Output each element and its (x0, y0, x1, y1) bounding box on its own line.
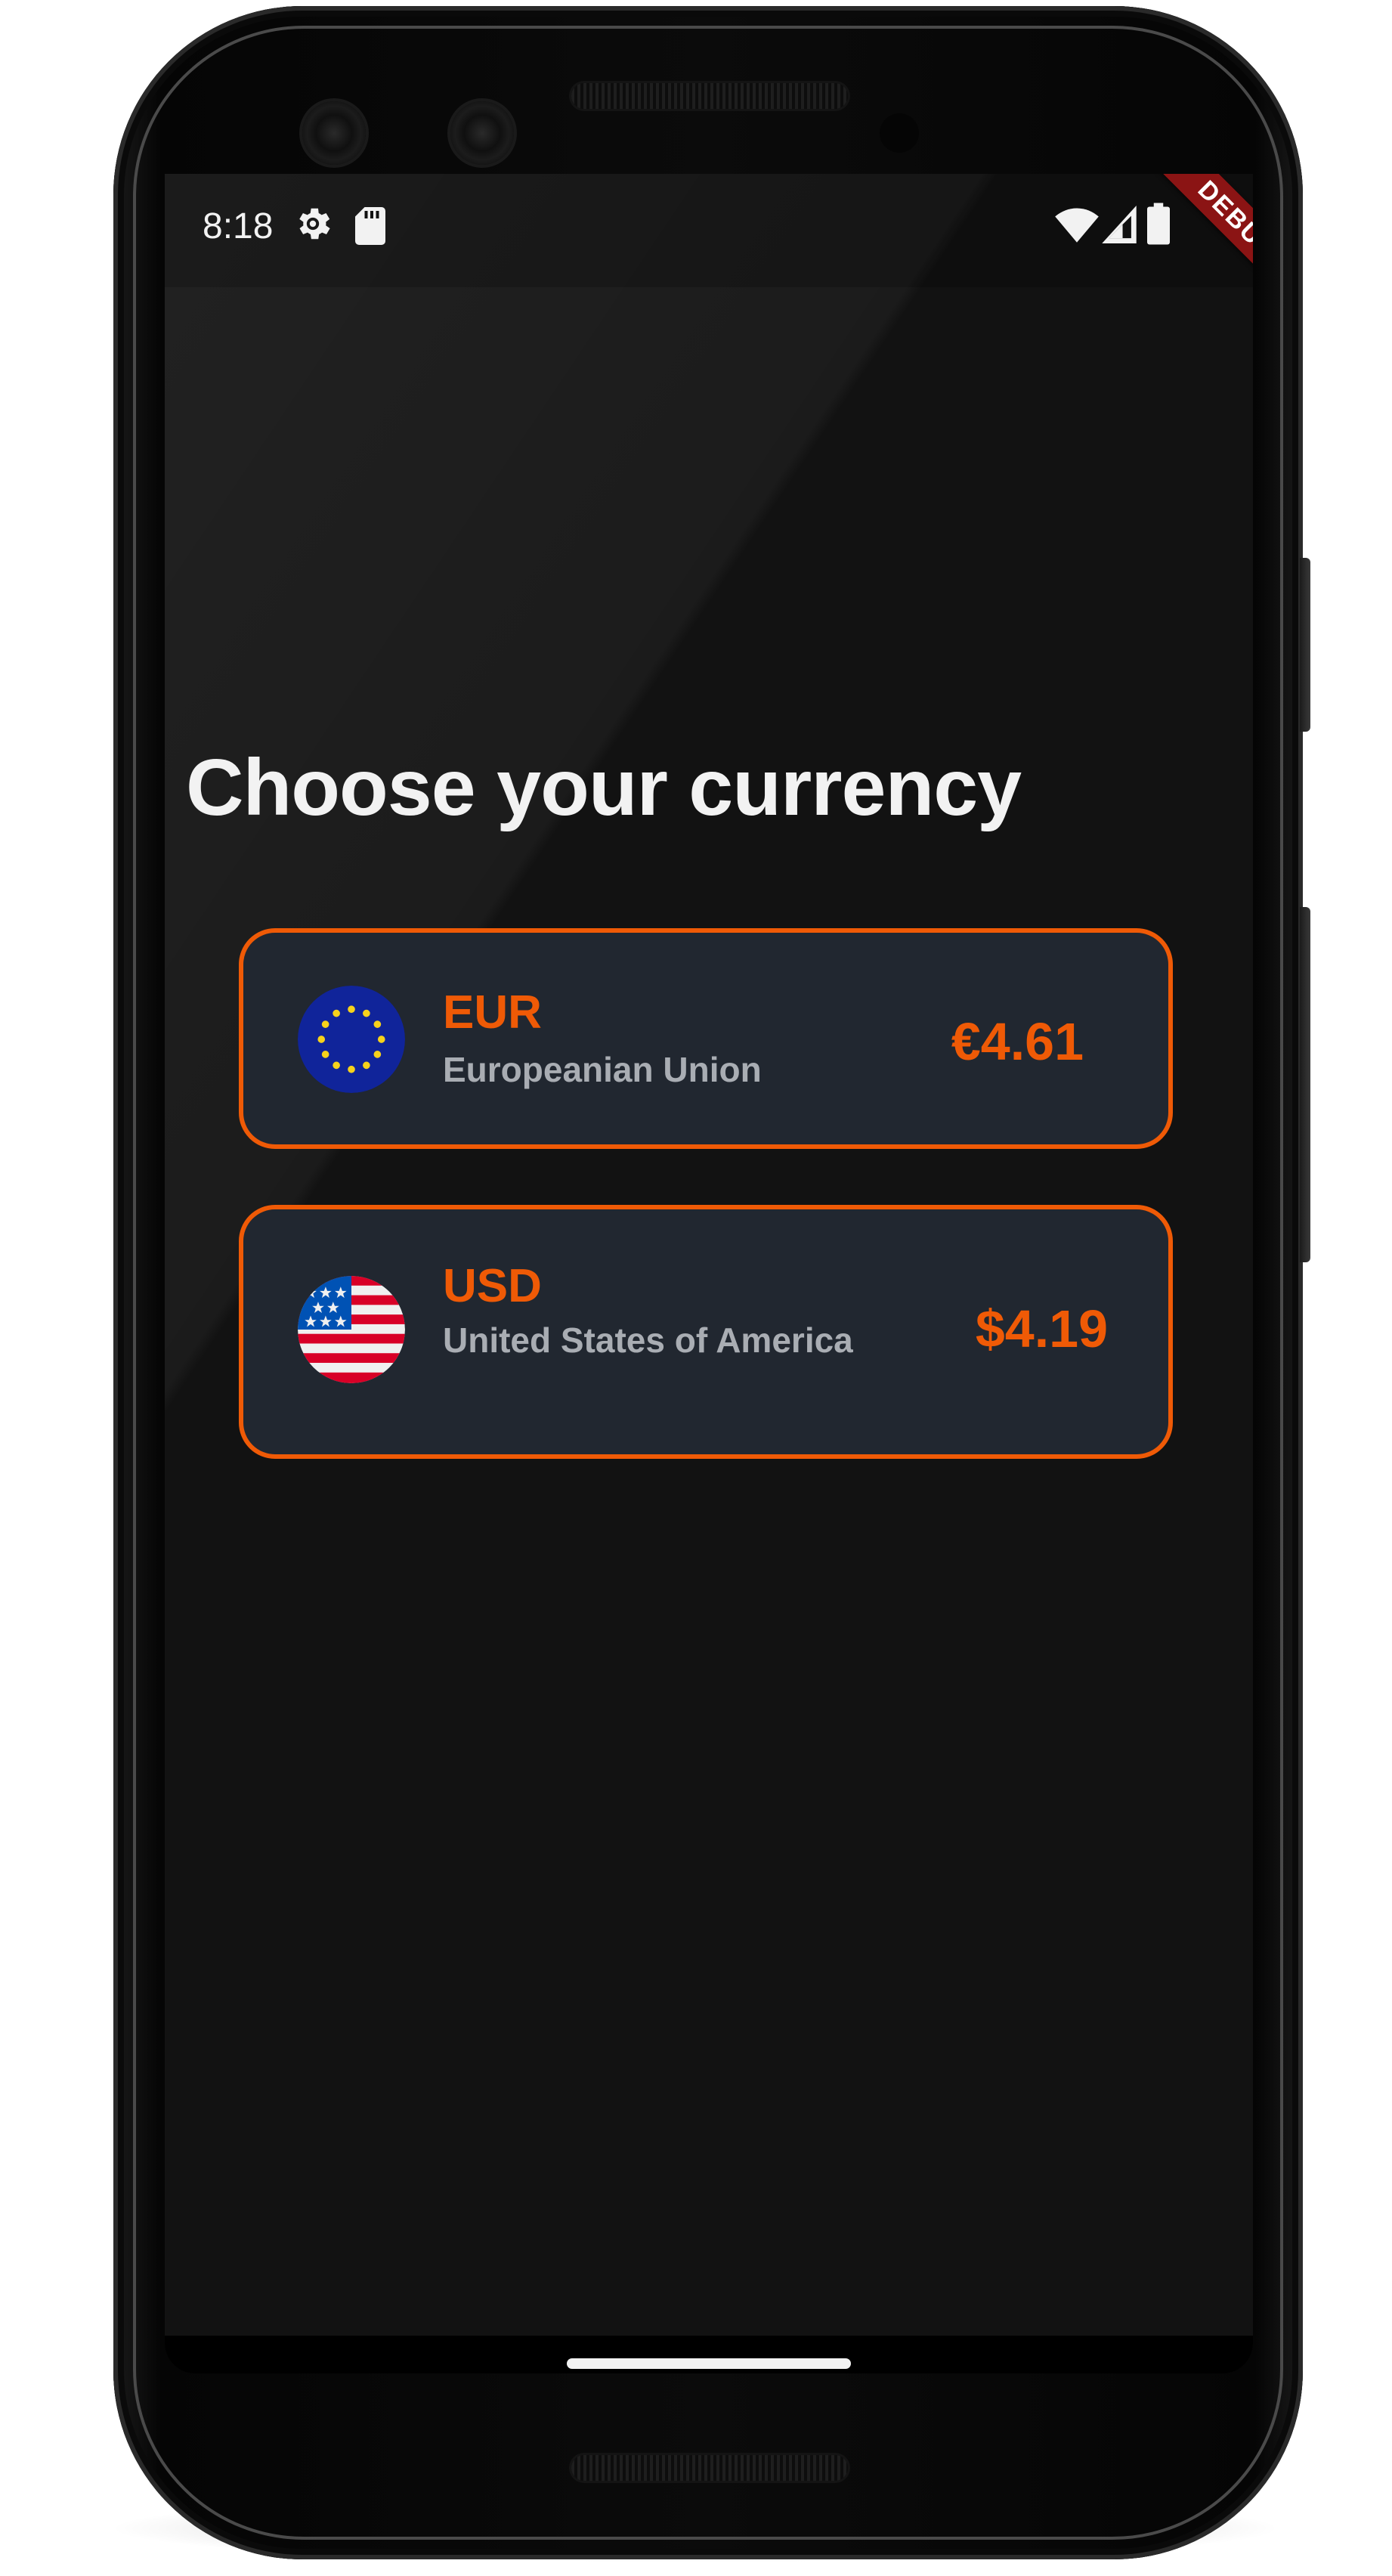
eu-flag-icon (298, 986, 405, 1093)
volume-button[interactable] (1300, 907, 1310, 1262)
page-title: Choose your currency (186, 743, 1022, 832)
us-flag-icon (298, 1276, 405, 1383)
wifi-icon (1055, 208, 1099, 243)
app-screen: 8:18 DEBUG Choose your currency EUR Euro… (165, 174, 1253, 2373)
bottom-speaker (571, 2455, 848, 2481)
settings-gear-icon (299, 208, 330, 240)
currency-card-usd[interactable]: USD United States of America $4.19 (239, 1205, 1173, 1459)
front-camera-secondary-icon (450, 101, 514, 165)
currency-name: Europeanian Union (443, 1050, 762, 1089)
front-camera-icon (302, 101, 366, 165)
power-button[interactable] (1300, 558, 1310, 732)
status-time: 8:18 (203, 206, 274, 246)
currency-name: United States of America (443, 1321, 853, 1360)
earpiece-speaker (571, 83, 848, 109)
currency-card-eur[interactable]: EUR Europeanian Union €4.61 (239, 928, 1173, 1149)
home-indicator[interactable] (567, 2358, 851, 2369)
status-bar: 8:18 (165, 174, 1253, 287)
battery-icon (1147, 203, 1170, 245)
currency-code: EUR (443, 986, 542, 1039)
cell-signal-icon (1102, 206, 1137, 243)
currency-amount: €4.61 (951, 1012, 1084, 1071)
sd-card-icon (355, 207, 385, 245)
proximity-sensor (880, 113, 919, 153)
currency-code: USD (443, 1260, 542, 1312)
currency-amount: $4.19 (975, 1299, 1108, 1358)
